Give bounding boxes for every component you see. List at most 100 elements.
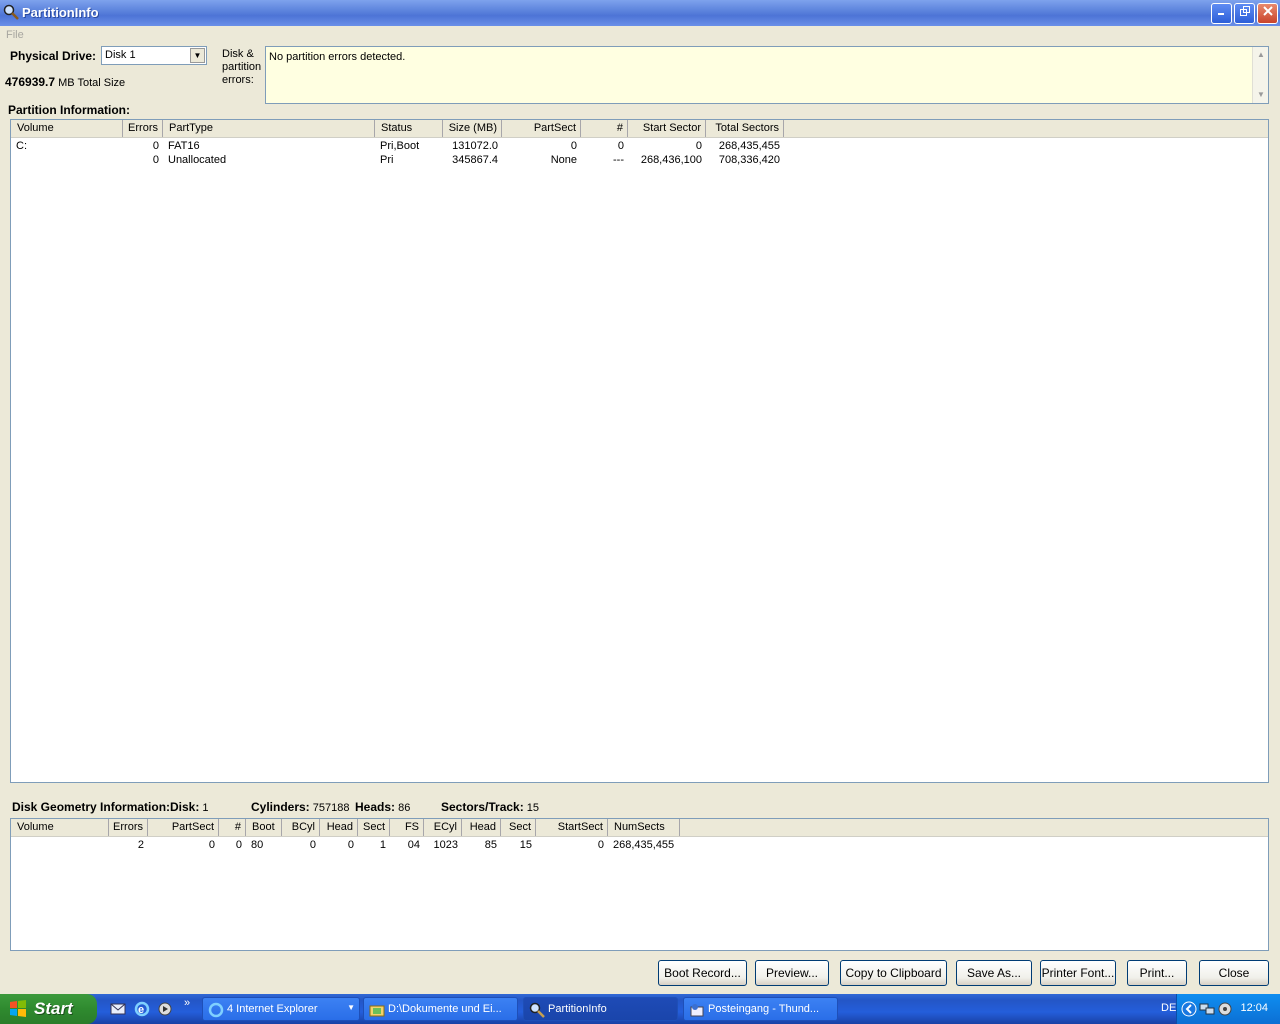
errors-textbox[interactable]: No partition errors detected. ▲ ▼: [265, 46, 1269, 104]
tray-expand-icon[interactable]: [1181, 1001, 1197, 1017]
save-as-button[interactable]: Save As...: [956, 960, 1032, 986]
geometry-table-col-header[interactable]: Boot: [246, 819, 282, 836]
geometry-table-col-header[interactable]: Errors: [109, 819, 148, 836]
physical-drive-label: Physical Drive:: [10, 49, 97, 63]
partition-table-col-header[interactable]: #: [581, 120, 628, 137]
taskbar-item-explorer[interactable]: D:\Dokumente und Ei...: [363, 997, 518, 1021]
geometry-table-col-header[interactable]: BCyl: [282, 819, 320, 836]
geometry-table-cell: 1023: [433, 839, 458, 851]
menu-bar: File: [0, 26, 1280, 44]
print-button[interactable]: Print...: [1127, 960, 1187, 986]
total-size: 476939.7 MB Total Size: [5, 75, 125, 89]
partition-table-cell: 708,336,420: [718, 154, 780, 166]
geometry-table-col-header[interactable]: Volume: [11, 819, 109, 836]
partition-table-col-header[interactable]: PartSect: [502, 120, 581, 137]
clock[interactable]: 12:04: [1240, 1002, 1268, 1014]
partition-table-col-header[interactable]: Size (MB): [443, 120, 502, 137]
partition-table-col-header[interactable]: Errors: [123, 120, 163, 137]
language-indicator[interactable]: DE: [1161, 1002, 1176, 1014]
geometry-title: Disk Geometry Information:: [12, 800, 171, 814]
minimize-button[interactable]: [1211, 3, 1232, 24]
boot-record-button[interactable]: Boot Record...: [658, 960, 747, 986]
close-icon: [1262, 6, 1273, 16]
geometry-table-col-header[interactable]: Sect: [501, 819, 536, 836]
total-size-value: 476939.7: [5, 75, 56, 89]
taskbar-item-thunderbird[interactable]: Posteingang - Thund...: [683, 997, 838, 1021]
geometry-table-col-header[interactable]: Head: [462, 819, 501, 836]
errors-scrollbar[interactable]: ▲ ▼: [1252, 47, 1268, 103]
geometry-table-col-header[interactable]: Sect: [358, 819, 390, 836]
partition-table-row[interactable]: C: 0 FAT16 Pri,Boot 131072.0 0 0 0 268,435,455: [11, 140, 1268, 154]
window-title: PartitionInfo: [22, 5, 99, 20]
start-button[interactable]: Start: [0, 994, 97, 1024]
geometry-table-cell: 0: [208, 839, 215, 851]
close-window-button[interactable]: [1257, 3, 1278, 24]
geometry-heads: Heads: 86: [355, 800, 411, 814]
geometry-table-cell: 2: [137, 839, 144, 851]
partition-table-cell: Pri: [380, 154, 394, 166]
start-label: Start: [34, 999, 73, 1018]
minimize-icon: [1217, 13, 1224, 15]
partition-table-cell: 0: [695, 140, 702, 152]
svg-text:e: e: [138, 1004, 144, 1016]
geometry-table-cell: 0: [347, 839, 354, 851]
magnifier-icon: [3, 4, 19, 20]
scroll-down-icon[interactable]: ▼: [1254, 88, 1268, 102]
printer-font-button[interactable]: Printer Font...: [1040, 960, 1116, 986]
taskbar-item-partitioninfo[interactable]: PartitionInfo: [523, 997, 678, 1021]
partition-table-cell: Unallocated: [168, 154, 227, 166]
outlook-express-icon[interactable]: [110, 1001, 126, 1017]
copy-to-clipboard-button[interactable]: Copy to Clipboard: [840, 960, 947, 986]
geometry-table-row[interactable]: 2 0 0 80 0 0 1 04 1023 85 15 0 268,435,455: [11, 839, 1268, 853]
geometry-table-col-header[interactable]: PartSect: [148, 819, 219, 836]
geometry-table-col-header[interactable]: NumSects: [608, 819, 680, 836]
network-icon[interactable]: [1199, 1001, 1215, 1017]
geometry-table[interactable]: Volume Errors PartSect # Boot BCyl Head Sect FS E…: [10, 818, 1269, 951]
geometry-table-cell: 80: [251, 839, 264, 851]
close-button[interactable]: Close: [1199, 960, 1269, 986]
geometry-table-cell: 15: [519, 839, 532, 851]
media-player-icon[interactable]: [157, 1001, 173, 1017]
restore-icon: [1239, 6, 1250, 16]
partition-table-cell: ---: [613, 154, 624, 166]
geometry-table-col-header[interactable]: ECyl: [424, 819, 462, 836]
title-bar[interactable]: PartitionInfo: [0, 0, 1280, 26]
geometry-table-col-header[interactable]: StartSect: [536, 819, 608, 836]
geometry-disk: Disk: 1: [170, 800, 209, 814]
partition-table-col-header[interactable]: Volume: [11, 120, 123, 137]
tray-app-icon[interactable]: [1217, 1001, 1233, 1017]
quicklaunch-chevron-icon[interactable]: »: [184, 997, 190, 1009]
restore-button[interactable]: [1234, 3, 1255, 24]
windows-logo-icon: [10, 1000, 26, 1017]
partition-table-col-header[interactable]: PartType: [163, 120, 375, 137]
partition-table-col-header[interactable]: Total Sectors: [706, 120, 784, 137]
folder-icon: [369, 1005, 385, 1017]
preview-button[interactable]: Preview...: [755, 960, 829, 986]
geometry-table-cell: 268,435,455: [613, 839, 675, 851]
geometry-sectors: Sectors/Track: 15: [441, 800, 540, 814]
taskbar: Start e » 4 Internet Explorer ▼ D:\Dokum…: [0, 994, 1280, 1024]
partition-table-cell: 0: [152, 140, 159, 152]
chevron-down-icon[interactable]: ▼: [190, 48, 205, 63]
partition-table-cell: C:: [16, 140, 27, 152]
ie-icon[interactable]: e: [134, 1001, 150, 1017]
partition-table-cell: 0: [617, 140, 624, 152]
geometry-table-col-header[interactable]: Head: [320, 819, 358, 836]
partition-table-cell: Pri,Boot: [380, 140, 420, 152]
partition-table-col-header[interactable]: Start Sector: [628, 120, 706, 137]
geometry-table-col-header[interactable]: FS: [390, 819, 424, 836]
taskbar-item-ie[interactable]: 4 Internet Explorer ▼: [202, 997, 360, 1021]
scroll-up-icon[interactable]: ▲: [1254, 48, 1268, 62]
geometry-table-cell: 0: [235, 839, 242, 851]
menu-file[interactable]: File: [6, 29, 24, 41]
physical-drive-select[interactable]: Disk 1 ▼: [101, 46, 207, 65]
geometry-table-col-header[interactable]: #: [219, 819, 246, 836]
chevron-down-icon: ▼: [347, 1003, 355, 1012]
partition-table[interactable]: Volume Errors PartType Status Size (MB) PartS…: [10, 119, 1269, 783]
partition-table-col-header[interactable]: Status: [375, 120, 443, 137]
ie-icon: [208, 1002, 224, 1018]
partition-table-cell: FAT16: [168, 140, 200, 152]
partitioninfo-icon: [529, 1002, 545, 1018]
partition-table-row[interactable]: 0 Unallocated Pri 345867.4 None --- 268,436,10…: [11, 154, 1268, 168]
partition-table-header: Volume Errors PartType Status Size (MB) PartS…: [11, 120, 1268, 138]
